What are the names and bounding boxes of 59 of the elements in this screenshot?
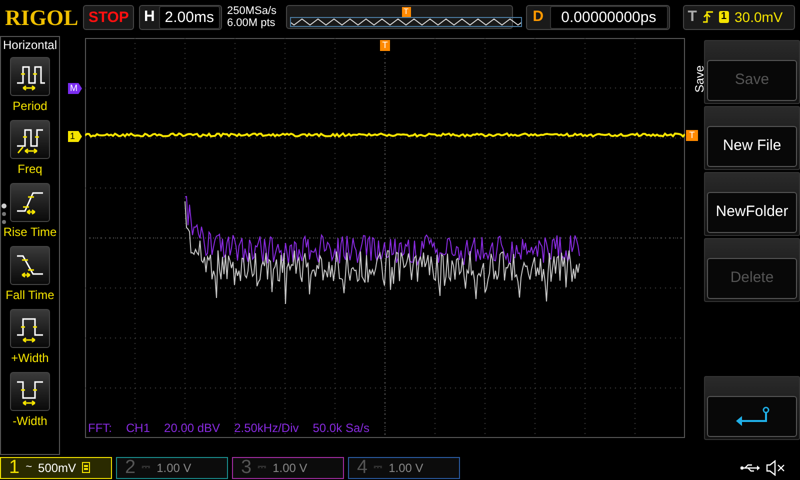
channel-number: 3 [241,458,252,478]
measure-label: Freq [18,161,42,178]
usb-icon [740,462,760,472]
measure-label: Fall Time [6,287,54,304]
channel-scale: 1.00 V [388,460,424,476]
channel-tab[interactable]: 2 ⎓ 1.00 V [116,456,228,478]
trigger-label: T [688,6,697,27]
page-indicator-icon [1,203,7,225]
channel-tab[interactable]: 3 ⎓ 1.00 V [232,456,344,478]
coupling-indicator: ~ [26,460,32,476]
menu-button[interactable]: New File [707,126,797,167]
channel-tab[interactable]: 4 ⎓ 1.00 V [348,456,460,478]
fft-info-text: 50.0k Sa/s [312,420,370,437]
trigger-level: 30.0mV [734,8,783,26]
brand-logo: RIGOL [5,4,78,32]
measure-button[interactable] [10,183,50,222]
panel-title: Horizontal [2,37,58,53]
delay-label: D [532,6,545,27]
back-button[interactable] [707,396,797,437]
horizontal-label: H [142,6,156,27]
coupling-indicator: ⎓ [374,460,383,476]
coupling-indicator: ⎓ [142,460,151,476]
measure-label: Period [12,98,48,115]
timebase-value: 2.00ms [158,6,220,28]
fft-info-text: 2.50kHz/Div [234,420,299,437]
delay-value: 0.00000000ps [550,6,668,28]
rising-edge-icon [702,10,713,24]
math-marker[interactable]: M [68,83,82,94]
measure-button[interactable] [10,372,50,411]
return-arrow-icon [734,406,770,428]
menu-title: Save [692,65,708,93]
trigger-position-marker: T [402,7,411,17]
menu-button[interactable]: NewFolder [707,192,797,233]
sample-rate: 250MSa/s [226,5,277,17]
channel-tab[interactable]: 1 ~ 500mV [0,456,112,478]
fft-info-text: CH1 [126,420,150,437]
trigger-source: 1 [718,11,729,23]
measure-button[interactable] [10,120,50,159]
channel-number: 1 [9,458,20,478]
channel-scale: 500mV [38,460,76,476]
measure-label: Rise Time [3,224,57,241]
channel-number: 4 [357,458,368,478]
measure-label: +Width [11,350,49,367]
measure-label: -Width [12,413,48,430]
measure-button[interactable] [10,57,50,96]
channel-marker[interactable]: 1 [68,131,82,142]
bandwidth-limit-icon [82,462,90,473]
coupling-indicator: ⎓ [258,460,267,476]
measure-button[interactable] [10,309,50,348]
channel-scale: 1.00 V [272,460,308,476]
channel-scale: 1.00 V [156,460,192,476]
channel-number: 2 [125,458,136,478]
run-status[interactable]: STOP [83,4,134,30]
trigger-position-marker: T [380,40,390,51]
fft-info-text: FFT: [88,420,112,437]
memory-depth: 6.00M pts [226,17,276,29]
speaker-muted-icon [766,460,786,476]
measure-button[interactable] [10,246,50,285]
fft-info-text: 20.00 dBV [164,420,220,437]
